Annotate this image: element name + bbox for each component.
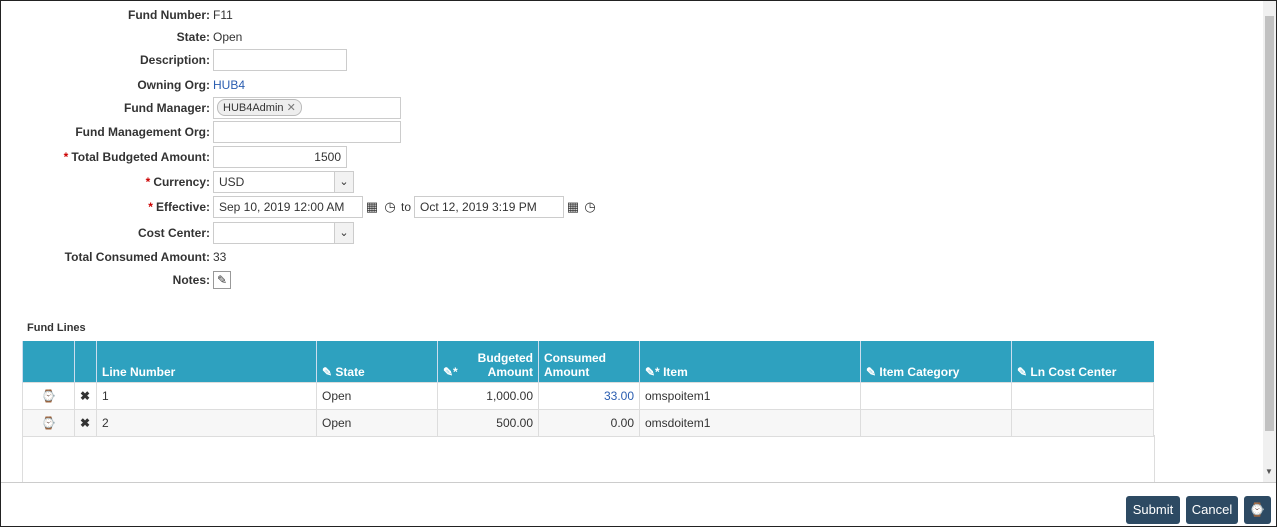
col-line-number[interactable]: Line Number xyxy=(96,341,317,382)
effective-row: * Effective: Sep 10, 2019 12:00 AM ▦ ◷ to … xyxy=(1,196,621,218)
total-budgeted-row: * Total Budgeted Amount: 1500 xyxy=(1,146,601,168)
effective-to-input[interactable]: Oct 12, 2019 3:19 PM xyxy=(414,196,564,218)
fund-manager-chip: HUB4Admin ✕ xyxy=(217,99,302,116)
footer-divider xyxy=(1,482,1276,483)
table-header: Line Number ✎ State ✎* Budgeted Amount Co… xyxy=(22,341,1154,382)
details-icon[interactable]: ⌚ xyxy=(22,381,75,410)
cancel-button[interactable]: Cancel xyxy=(1186,496,1238,524)
pencil-icon: ✎ xyxy=(1017,364,1031,379)
table-row: ⌚ ✖ 2 Open 500.00 0.00 omsdoitem1 xyxy=(22,408,1154,437)
clock-icon[interactable]: ◷ xyxy=(581,197,599,217)
notes-row: Notes: ✎ xyxy=(1,269,601,291)
effective-from-input[interactable]: Sep 10, 2019 12:00 AM xyxy=(213,196,363,218)
col-item[interactable]: ✎* Item xyxy=(639,341,861,382)
owning-org-row: Owning Org: HUB4 xyxy=(137,78,246,92)
description-row: Description: xyxy=(1,49,601,71)
delete-icon[interactable]: ✖ xyxy=(74,381,97,410)
delete-icon[interactable]: ✖ xyxy=(74,408,97,437)
calendar-icon[interactable]: ▦ xyxy=(363,197,381,217)
owning-org-link[interactable]: HUB4 xyxy=(213,78,245,92)
pencil-icon: ✎ xyxy=(866,364,880,379)
pencil-icon: ✎* xyxy=(645,364,664,379)
details-icon[interactable]: ⌚ xyxy=(22,408,75,437)
fund-manager-row: Fund Manager: HUB4Admin ✕ xyxy=(1,97,601,119)
scrollbar-thumb[interactable] xyxy=(1265,16,1274,431)
fund-management-org-input[interactable] xyxy=(213,121,401,143)
history-icon[interactable]: ⌚ xyxy=(1244,496,1271,524)
fund-lines-table: Line Number ✎ State ✎* Budgeted Amount Co… xyxy=(22,341,1154,437)
col-ln-cost-center[interactable]: ✎ Ln Cost Center xyxy=(1011,341,1154,382)
scroll-down-icon[interactable]: ▼ xyxy=(1265,467,1273,476)
currency-row: * Currency: USD ⌄ xyxy=(1,171,601,193)
chevron-down-icon[interactable]: ⌄ xyxy=(334,222,354,244)
total-budgeted-input[interactable]: 1500 xyxy=(213,146,347,168)
consumed-link[interactable]: 33.00 xyxy=(538,381,640,410)
cost-center-row: Cost Center: ⌄ xyxy=(1,222,601,244)
fund-management-org-row: Fund Management Org: xyxy=(1,121,601,143)
edit-notes-icon[interactable]: ✎ xyxy=(213,271,231,289)
currency-select[interactable]: USD ⌄ xyxy=(213,171,354,193)
state-row: State: Open xyxy=(176,30,243,44)
col-item-category[interactable]: ✎ Item Category xyxy=(860,341,1012,382)
col-delete xyxy=(74,341,97,382)
description-input[interactable] xyxy=(213,49,347,71)
pencil-icon: ✎* xyxy=(443,364,458,379)
remove-chip-icon[interactable]: ✕ xyxy=(287,102,296,114)
total-consumed-row: Total Consumed Amount: 33 xyxy=(64,250,227,264)
fund-manager-input[interactable]: HUB4Admin ✕ xyxy=(213,97,401,119)
table-empty-area xyxy=(22,435,1155,483)
pencil-icon: ✎ xyxy=(322,364,336,379)
chevron-down-icon[interactable]: ⌄ xyxy=(334,171,354,193)
fund-number-row: Fund Number: F11 xyxy=(128,8,233,22)
fund-lines-title: Fund Lines xyxy=(27,322,86,334)
col-budgeted-amount[interactable]: ✎* Budgeted Amount xyxy=(437,341,539,382)
col-state[interactable]: ✎ State xyxy=(316,341,438,382)
submit-button[interactable]: Submit xyxy=(1126,496,1180,524)
window: Fund Number: F11 State: Open Description: … xyxy=(0,0,1277,527)
col-consumed-amount[interactable]: Consumed Amount xyxy=(538,341,640,382)
cost-center-select[interactable]: ⌄ xyxy=(213,222,354,244)
table-row: ⌚ ✖ 1 Open 1,000.00 33.00 omspoitem1 xyxy=(22,381,1154,410)
scrollbar[interactable]: ▼ xyxy=(1263,1,1276,482)
calendar-icon[interactable]: ▦ xyxy=(564,197,582,217)
col-action xyxy=(22,341,75,382)
clock-icon[interactable]: ◷ xyxy=(381,197,399,217)
